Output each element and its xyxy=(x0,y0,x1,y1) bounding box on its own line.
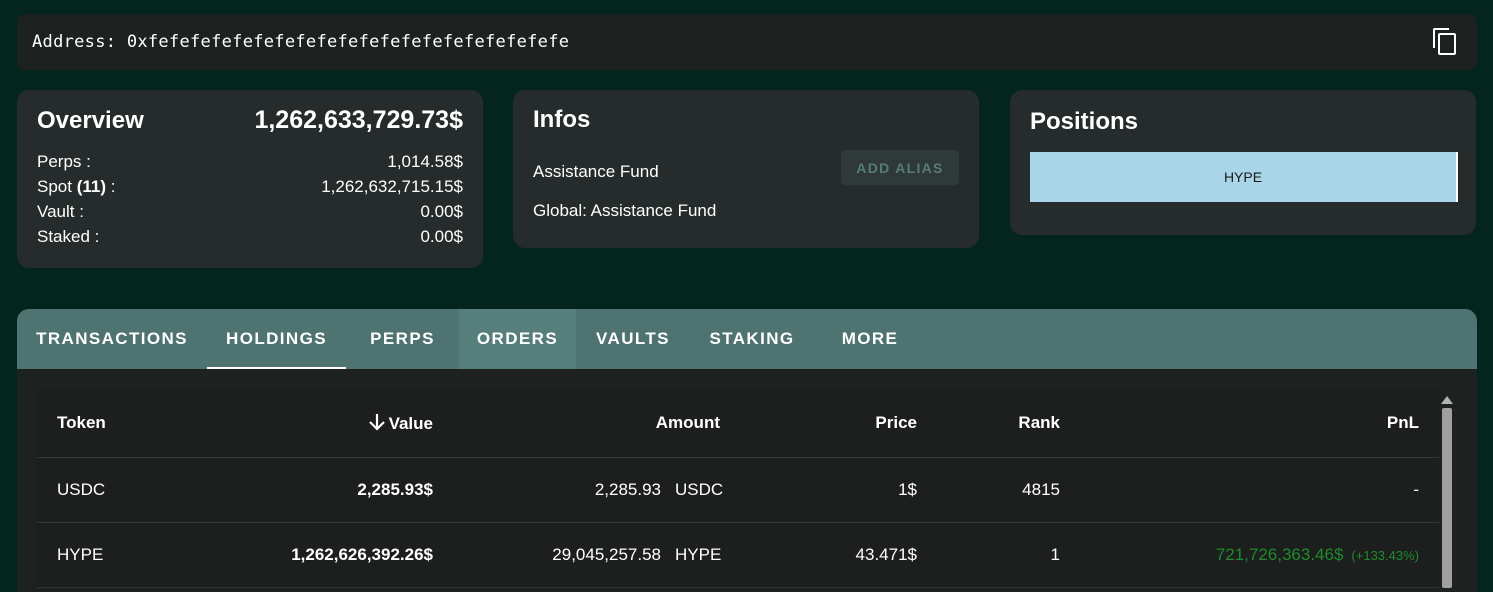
overview-label: Staked : xyxy=(37,227,100,246)
header-token[interactable]: Token xyxy=(37,413,252,433)
address-text: Address: 0xfefefefefefefefefefefefefefef… xyxy=(32,32,570,52)
header-price[interactable]: Price xyxy=(720,413,917,433)
tab-more[interactable]: MORE xyxy=(814,309,926,369)
table-row[interactable]: HYPE 1,262,626,392.26$ 29,045,257.58 HYPE… xyxy=(37,523,1439,588)
header-rank[interactable]: Rank xyxy=(917,413,1060,433)
overview-total: 1,262,633,729.73$ xyxy=(254,106,463,134)
token-cell: USDC xyxy=(57,480,106,499)
tab-vaults[interactable]: VAULTS xyxy=(576,309,690,369)
table-row[interactable]: USDC 2,285.93$ 2,285.93 USDC 1$ 4815 - xyxy=(37,458,1439,523)
header-value[interactable]: Value xyxy=(252,412,433,434)
overview-value: 1,262,632,715.15$ xyxy=(321,177,463,196)
pnl-percent: (+133.43%) xyxy=(1351,548,1419,563)
overview-row-vault: Vault : 0.00$ xyxy=(37,199,463,224)
position-bar-hype[interactable]: HYPE xyxy=(1030,152,1458,202)
tabs-panel: TRANSACTIONS HOLDINGS PERPS ORDERS VAULT… xyxy=(17,309,1477,592)
copy-icon[interactable] xyxy=(1431,27,1459,57)
price-cell: 43.471$ xyxy=(855,545,917,564)
value-cell: 1,262,626,392.26$ xyxy=(291,545,433,564)
infos-card: Infos Assistance Fund ADD ALIAS Global: … xyxy=(513,90,979,248)
tab-transactions[interactable]: TRANSACTIONS xyxy=(17,309,207,369)
pnl-value: 721,726,363.46$ xyxy=(1215,545,1344,564)
scroll-up-icon[interactable] xyxy=(1441,396,1453,404)
table-scrollbar[interactable] xyxy=(1440,392,1454,592)
amount-cell: 2,285.93 USDC xyxy=(594,480,724,499)
overview-label: Vault : xyxy=(37,202,84,221)
overview-value: 0.00$ xyxy=(420,227,463,246)
tab-holdings[interactable]: HOLDINGS xyxy=(207,309,346,369)
overview-value: 1,014.58$ xyxy=(387,152,463,171)
arrow-down-icon xyxy=(368,414,385,431)
address-bar: Address: 0xfefefefefefefefefefefefefefef… xyxy=(17,14,1477,70)
add-alias-button[interactable]: ADD ALIAS xyxy=(841,150,959,185)
scroll-thumb[interactable] xyxy=(1442,408,1452,588)
tab-orders[interactable]: ORDERS xyxy=(459,309,576,369)
overview-title: Overview xyxy=(37,107,144,134)
tab-perps[interactable]: PERPS xyxy=(346,309,459,369)
table-header: Token Value Amount Price Rank PnL xyxy=(37,389,1439,458)
token-cell: HYPE xyxy=(57,545,104,564)
spot-count: (11) xyxy=(76,177,106,196)
overview-label: Perps : xyxy=(37,152,91,171)
positions-card: Positions HYPE xyxy=(1010,90,1476,235)
pnl-cell: 721,726,363.46$ (+133.43%) xyxy=(1060,545,1439,565)
tab-bar: TRANSACTIONS HOLDINGS PERPS ORDERS VAULT… xyxy=(17,309,1477,369)
tab-staking[interactable]: STAKING xyxy=(690,309,814,369)
amount-cell: 29,045,257.58 HYPE xyxy=(552,545,722,564)
positions-title: Positions xyxy=(1030,108,1139,135)
global-alias: Global: Assistance Fund xyxy=(533,201,717,220)
holdings-table: Token Value Amount Price Rank PnL USDC 2… xyxy=(37,389,1439,588)
overview-label: Spot (11) : xyxy=(37,177,116,196)
value-cell: 2,285.93$ xyxy=(357,480,433,499)
overview-card: Overview 1,262,633,729.73$ Perps : 1,014… xyxy=(17,90,483,268)
alias-name: Assistance Fund xyxy=(533,161,659,181)
rank-cell: 4815 xyxy=(1022,480,1060,499)
price-cell: 1$ xyxy=(898,480,917,499)
overview-row-spot: Spot (11) : 1,262,632,715.15$ xyxy=(37,174,463,199)
overview-value: 0.00$ xyxy=(420,202,463,221)
header-amount[interactable]: Amount xyxy=(433,413,720,433)
header-pnl[interactable]: PnL xyxy=(1060,413,1439,433)
infos-title: Infos xyxy=(533,106,591,133)
overview-row-staked: Staked : 0.00$ xyxy=(37,224,463,249)
overview-row-perps: Perps : 1,014.58$ xyxy=(37,149,463,174)
pnl-cell: - xyxy=(1413,480,1419,499)
rank-cell: 1 xyxy=(1050,545,1060,564)
